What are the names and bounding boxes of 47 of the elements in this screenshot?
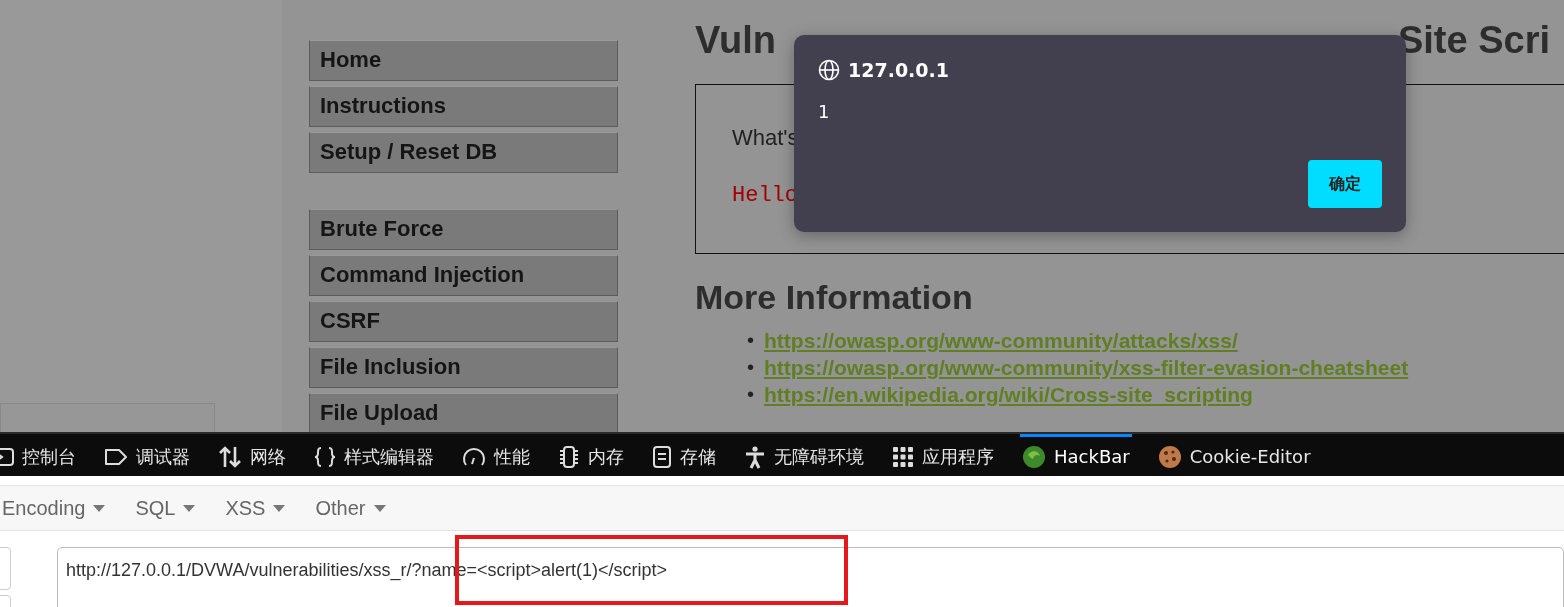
devtools-tab[interactable]: 存储: [650, 434, 718, 476]
menu-item[interactable]: Brute Force: [309, 209, 618, 250]
caret-icon: [93, 504, 106, 512]
caret-icon: [183, 504, 196, 512]
devtools-tab[interactable]: 应用程序: [890, 434, 996, 476]
devtools-tab[interactable]: HackBar: [1020, 434, 1132, 476]
tag-icon: [104, 446, 128, 467]
menu-item[interactable]: Command Injection: [309, 255, 618, 296]
braces-icon: [314, 445, 336, 468]
ok-button[interactable]: 确定: [1308, 160, 1382, 208]
dropdown-menu-button[interactable]: Encoding: [2, 496, 106, 520]
page-heading: Vuln: [695, 20, 776, 62]
page-heading: Site Scri: [1397, 20, 1550, 62]
logo-icon: [1022, 444, 1046, 469]
storage-icon: [652, 444, 672, 469]
dialog-origin: 127.0.0.1: [848, 59, 949, 81]
bullet: •: [747, 328, 754, 352]
dropdown-menu-button[interactable]: SQL: [135, 496, 196, 520]
menu-item[interactable]: Home: [309, 40, 618, 81]
menu-item[interactable]: File Inclusion: [309, 347, 618, 388]
bullet: •: [747, 355, 754, 379]
menu-item[interactable]: File Upload: [309, 393, 618, 432]
devtools-tab[interactable]: 性能: [460, 434, 532, 476]
gauge-icon: [462, 445, 486, 468]
devtools-tab[interactable]: Cookie-Editor: [1155, 434, 1313, 476]
menu-item[interactable]: Setup / Reset DB: [309, 132, 618, 173]
person-icon: [744, 444, 766, 469]
caret-icon: [273, 504, 286, 512]
dropdown-menu-button[interactable]: Other: [315, 496, 386, 520]
chip-icon: [558, 444, 580, 469]
cookie-icon: [1157, 444, 1182, 469]
menu-item[interactable]: CSRF: [309, 301, 618, 342]
caret-icon: [373, 504, 386, 512]
devtools-tab[interactable]: 内存: [556, 434, 626, 476]
devtools-tab[interactable]: 网络: [216, 434, 288, 476]
devtools-tab[interactable]: 调试器: [102, 434, 192, 476]
up-down-arrows-icon: [218, 444, 242, 469]
section-heading: More Information: [695, 277, 974, 317]
dropdown-menu-button[interactable]: XSS: [225, 496, 286, 520]
globe-icon: [818, 59, 840, 81]
devtools-tab[interactable]: 样式编辑器: [312, 434, 436, 476]
dialog-message: 1: [818, 101, 831, 122]
devtools-tab[interactable]: 控制台: [0, 434, 78, 476]
grid-icon: [892, 445, 914, 468]
bullet: •: [747, 382, 754, 406]
menu-item[interactable]: Instructions: [309, 86, 618, 127]
devtools-tab[interactable]: 无障碍环境: [742, 434, 866, 476]
